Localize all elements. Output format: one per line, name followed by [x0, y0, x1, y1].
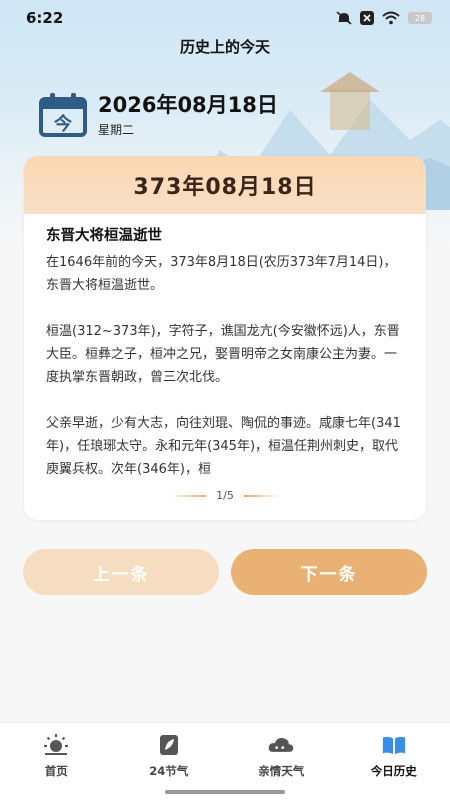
calendar-icon: 今 — [39, 93, 87, 137]
current-date: 2026年08月18日 — [98, 92, 278, 117]
current-weekday: 星期二 — [98, 122, 135, 137]
date-header: 今 2026年08月18日 星期二 — [38, 92, 278, 138]
event-paragraph: 桓温(312~373年)，字符子，谯国龙亢(今安徽怀远)人，东晋大臣。桓彝之子，… — [46, 324, 400, 385]
book-icon — [381, 733, 407, 757]
home-indicator[interactable] — [165, 790, 285, 794]
status-bar: 6:22 28 — [0, 0, 450, 36]
status-time: 6:22 — [26, 9, 64, 27]
pager-indicator: 1/5 — [24, 489, 426, 502]
tab-family-weather[interactable]: 亲情天气 — [225, 723, 338, 800]
tab-label: 首页 — [44, 764, 68, 778]
event-date-title: 373年08月18日 — [24, 156, 426, 214]
calendar-icon-char: 今 — [54, 113, 73, 135]
leaf-icon — [156, 733, 182, 757]
mute-icon — [336, 11, 352, 25]
tab-today-history[interactable]: 今日历史 — [338, 723, 450, 800]
event-content[interactable]: 东晋大将桓温逝世 在1646年前的今天，373年8月18日(农历373年7月14… — [24, 214, 426, 478]
previous-button[interactable]: 上一条 — [23, 549, 219, 595]
battery-icon: 28 — [408, 12, 432, 24]
next-button[interactable]: 下一条 — [231, 549, 427, 595]
sun-icon — [43, 733, 69, 757]
event-paragraph: 在1646年前的今天，373年8月18日(农历373年7月14日)，东晋大将桓温… — [46, 255, 397, 293]
pager-text: 1/5 — [216, 489, 234, 502]
tab-label: 24节气 — [149, 764, 189, 778]
event-title: 东晋大将桓温逝世 — [46, 228, 162, 244]
cloud-icon — [268, 733, 294, 757]
pager-divider — [243, 494, 280, 497]
bottom-tab-bar: 首页 24节气 亲情天气 今日历史 — [0, 722, 450, 800]
event-paragraph: 父亲早逝，少有大志，向往刘琨、陶侃的事迹。咸康七年(341年)，任琅琊太守。永和… — [46, 416, 401, 477]
status-icons: 28 — [336, 11, 432, 25]
tab-home[interactable]: 首页 — [0, 723, 113, 800]
close-box-icon — [360, 11, 374, 25]
history-event-card: 373年08月18日 东晋大将桓温逝世 在1646年前的今天，373年8月18日… — [24, 156, 426, 520]
tab-label: 今日历史 — [370, 764, 417, 778]
tab-solar-terms[interactable]: 24节气 — [113, 723, 226, 800]
pager-divider — [170, 494, 207, 497]
page-title: 历史上的今天 — [179, 38, 270, 56]
tab-label: 亲情天气 — [258, 764, 305, 778]
wifi-icon — [382, 11, 400, 25]
